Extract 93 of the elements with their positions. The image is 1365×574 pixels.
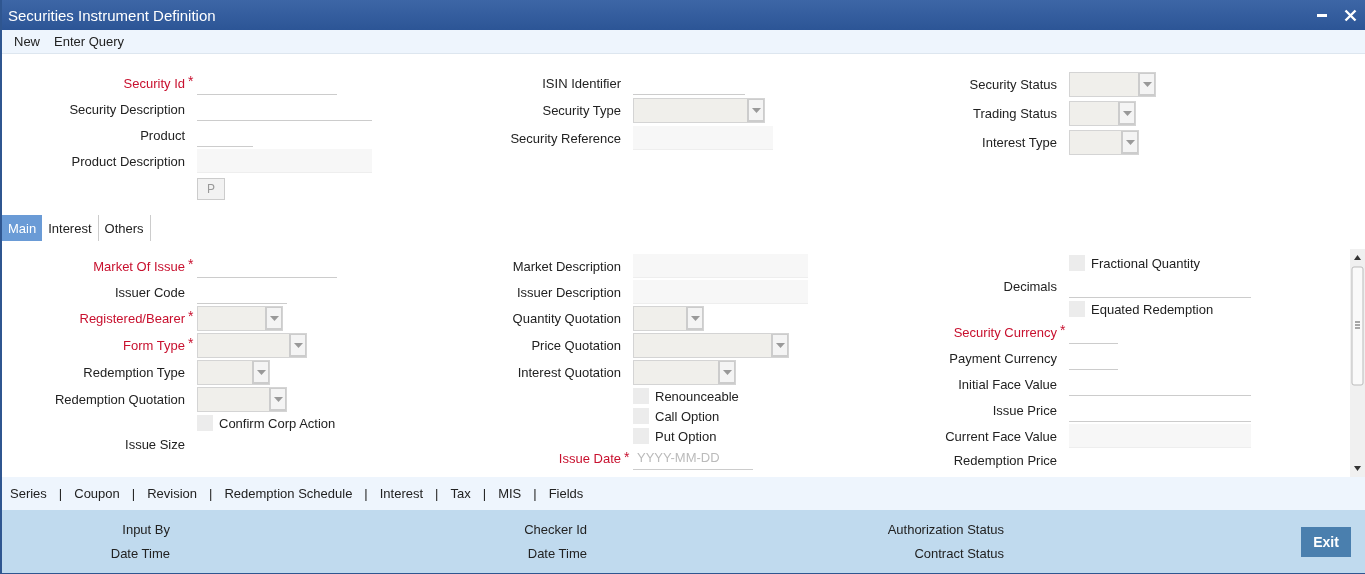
caret-icon bbox=[690, 315, 700, 321]
dropdown[interactable] bbox=[197, 360, 270, 385]
field-label: Security Id bbox=[122, 75, 185, 91]
dropdown[interactable] bbox=[633, 306, 704, 331]
dropdown[interactable] bbox=[1069, 101, 1136, 126]
separator: | bbox=[57, 486, 64, 501]
scrollbar[interactable] bbox=[1350, 249, 1365, 477]
audit-label: Authorization Status bbox=[886, 522, 1004, 537]
caret-icon bbox=[1125, 139, 1135, 145]
field-label: Price Quotation bbox=[530, 338, 621, 353]
link[interactable]: Interest bbox=[379, 486, 424, 501]
required-marker: * bbox=[1059, 321, 1067, 338]
caret-icon bbox=[1122, 110, 1132, 116]
field-label: Issue Price bbox=[991, 402, 1057, 418]
field-label: Decimals bbox=[1002, 278, 1057, 294]
dropdown[interactable] bbox=[197, 306, 283, 331]
required-marker: * bbox=[187, 255, 195, 272]
field-label: Security Status bbox=[968, 77, 1057, 92]
field-label: Redemption Type bbox=[82, 365, 185, 380]
toolbar-button[interactable]: Enter Query bbox=[48, 32, 131, 51]
exit-button[interactable]: Exit bbox=[1301, 526, 1351, 557]
field-label: Interest Quotation bbox=[516, 365, 621, 380]
audit-label: Date Time bbox=[526, 546, 587, 561]
field-label: Redemption Price bbox=[952, 453, 1057, 468]
field-label: Form Type bbox=[122, 338, 185, 353]
field-label: Registered/Bearer bbox=[78, 311, 185, 326]
window-title: Securities Instrument Definition bbox=[8, 6, 216, 24]
caret-icon bbox=[775, 342, 785, 348]
tab[interactable]: Others bbox=[98, 215, 151, 241]
link[interactable]: Coupon bbox=[74, 486, 120, 501]
caret-icon bbox=[256, 369, 266, 375]
checkbox-label: Confirm Corp Action bbox=[219, 415, 336, 431]
dropdown[interactable] bbox=[633, 360, 736, 385]
toolbar-button[interactable]: New bbox=[8, 32, 46, 51]
link[interactable]: Redemption Schedule bbox=[224, 486, 353, 501]
link[interactable]: Fields bbox=[548, 486, 584, 501]
checkbox-label: Fractional Quantity bbox=[1091, 255, 1201, 271]
dropdown[interactable] bbox=[1069, 130, 1139, 155]
checkbox-label: Renounceable bbox=[655, 388, 739, 404]
link[interactable]: MIS bbox=[498, 486, 522, 501]
field-label: Product Description bbox=[70, 153, 185, 169]
separator: | bbox=[481, 486, 488, 501]
dropdown[interactable] bbox=[633, 333, 789, 358]
field-label: Product bbox=[139, 127, 185, 143]
dropdown[interactable] bbox=[197, 333, 307, 358]
separator: | bbox=[208, 486, 214, 501]
field-label: Issue Size bbox=[124, 437, 185, 452]
caret-icon bbox=[293, 342, 303, 348]
tab[interactable]: Interest bbox=[42, 215, 99, 241]
caret-icon bbox=[1142, 81, 1152, 87]
dropdown[interactable] bbox=[633, 98, 765, 123]
dropdown[interactable] bbox=[197, 387, 287, 412]
separator: | bbox=[434, 486, 440, 501]
audit-label: Contract Status bbox=[913, 546, 1004, 561]
dropdown[interactable] bbox=[1069, 72, 1156, 97]
field-label: Payment Currency bbox=[948, 350, 1057, 366]
field-label: Security Reference bbox=[509, 130, 621, 146]
field-label: Initial Face Value bbox=[957, 376, 1057, 392]
field-label: Trading Status bbox=[971, 106, 1057, 121]
close-icon[interactable] bbox=[1344, 8, 1357, 22]
field-label: Market Of Issue bbox=[92, 258, 185, 274]
separator: | bbox=[363, 486, 369, 501]
separator: | bbox=[532, 486, 538, 501]
field-label: Issue Date bbox=[557, 450, 621, 466]
field-label: Security Type bbox=[541, 103, 621, 118]
required-marker: * bbox=[187, 334, 195, 351]
checkbox-label: Equated Redemption bbox=[1091, 301, 1214, 317]
required-marker: * bbox=[187, 72, 195, 89]
audit-label: Input By bbox=[121, 522, 170, 537]
audit-label: Date Time bbox=[109, 546, 170, 561]
field-label: Quantity Quotation bbox=[511, 311, 621, 326]
field-label: Issuer Code bbox=[113, 284, 185, 300]
link[interactable]: Series bbox=[10, 486, 47, 501]
link[interactable]: Tax bbox=[450, 486, 471, 501]
field-label: ISIN Identifier bbox=[541, 75, 621, 91]
field-label: Current Face Value bbox=[944, 428, 1057, 444]
required-marker: * bbox=[623, 448, 631, 465]
field-label: Interest Type bbox=[981, 135, 1057, 150]
audit-label: Checker Id bbox=[523, 522, 587, 537]
caret-icon bbox=[273, 396, 283, 402]
caret-icon bbox=[722, 369, 732, 375]
checkbox-label: Put Option bbox=[655, 428, 717, 444]
separator: | bbox=[130, 486, 137, 501]
field-label: Issuer Description bbox=[515, 284, 621, 300]
field-label: Security Currency bbox=[952, 324, 1057, 340]
field-label: Market Description bbox=[511, 258, 621, 274]
link[interactable]: Revision bbox=[147, 486, 198, 501]
checkbox-label: Call Option bbox=[655, 408, 720, 424]
required-marker: * bbox=[187, 307, 195, 324]
caret-icon bbox=[751, 107, 761, 113]
field-label: Security Description bbox=[68, 101, 185, 117]
field-label: Redemption Quotation bbox=[53, 392, 185, 407]
caret-icon bbox=[269, 315, 279, 321]
